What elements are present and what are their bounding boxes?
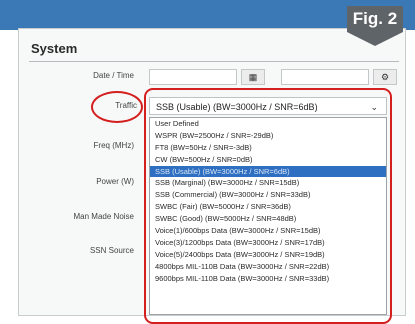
clock-button[interactable]: ⚙ [373,69,397,85]
power-label: Power (W) [96,177,134,186]
ssn-label: SSN Source [89,246,134,255]
system-panel: System Date / Time ▦ ⚙ Traffic SSB (Usab… [18,28,406,324]
traffic-highlight-outline [144,88,392,324]
clock-icon: ⚙ [380,72,390,82]
title-divider [29,61,399,62]
calendar-button[interactable]: ▦ [241,69,265,85]
calendar-icon: ▦ [248,72,258,82]
noise-label: Man Made Noise [73,212,134,221]
time-input[interactable] [281,69,369,85]
section-title: System [31,41,78,56]
figure-badge: Fig. 2 [347,6,403,32]
freq-label: Freq (MHz) [93,141,134,150]
date-time-label: Date / Time [93,71,134,80]
figure-badge-arrow [347,32,403,46]
date-input[interactable] [149,69,237,85]
traffic-label: Traffic [115,101,137,110]
